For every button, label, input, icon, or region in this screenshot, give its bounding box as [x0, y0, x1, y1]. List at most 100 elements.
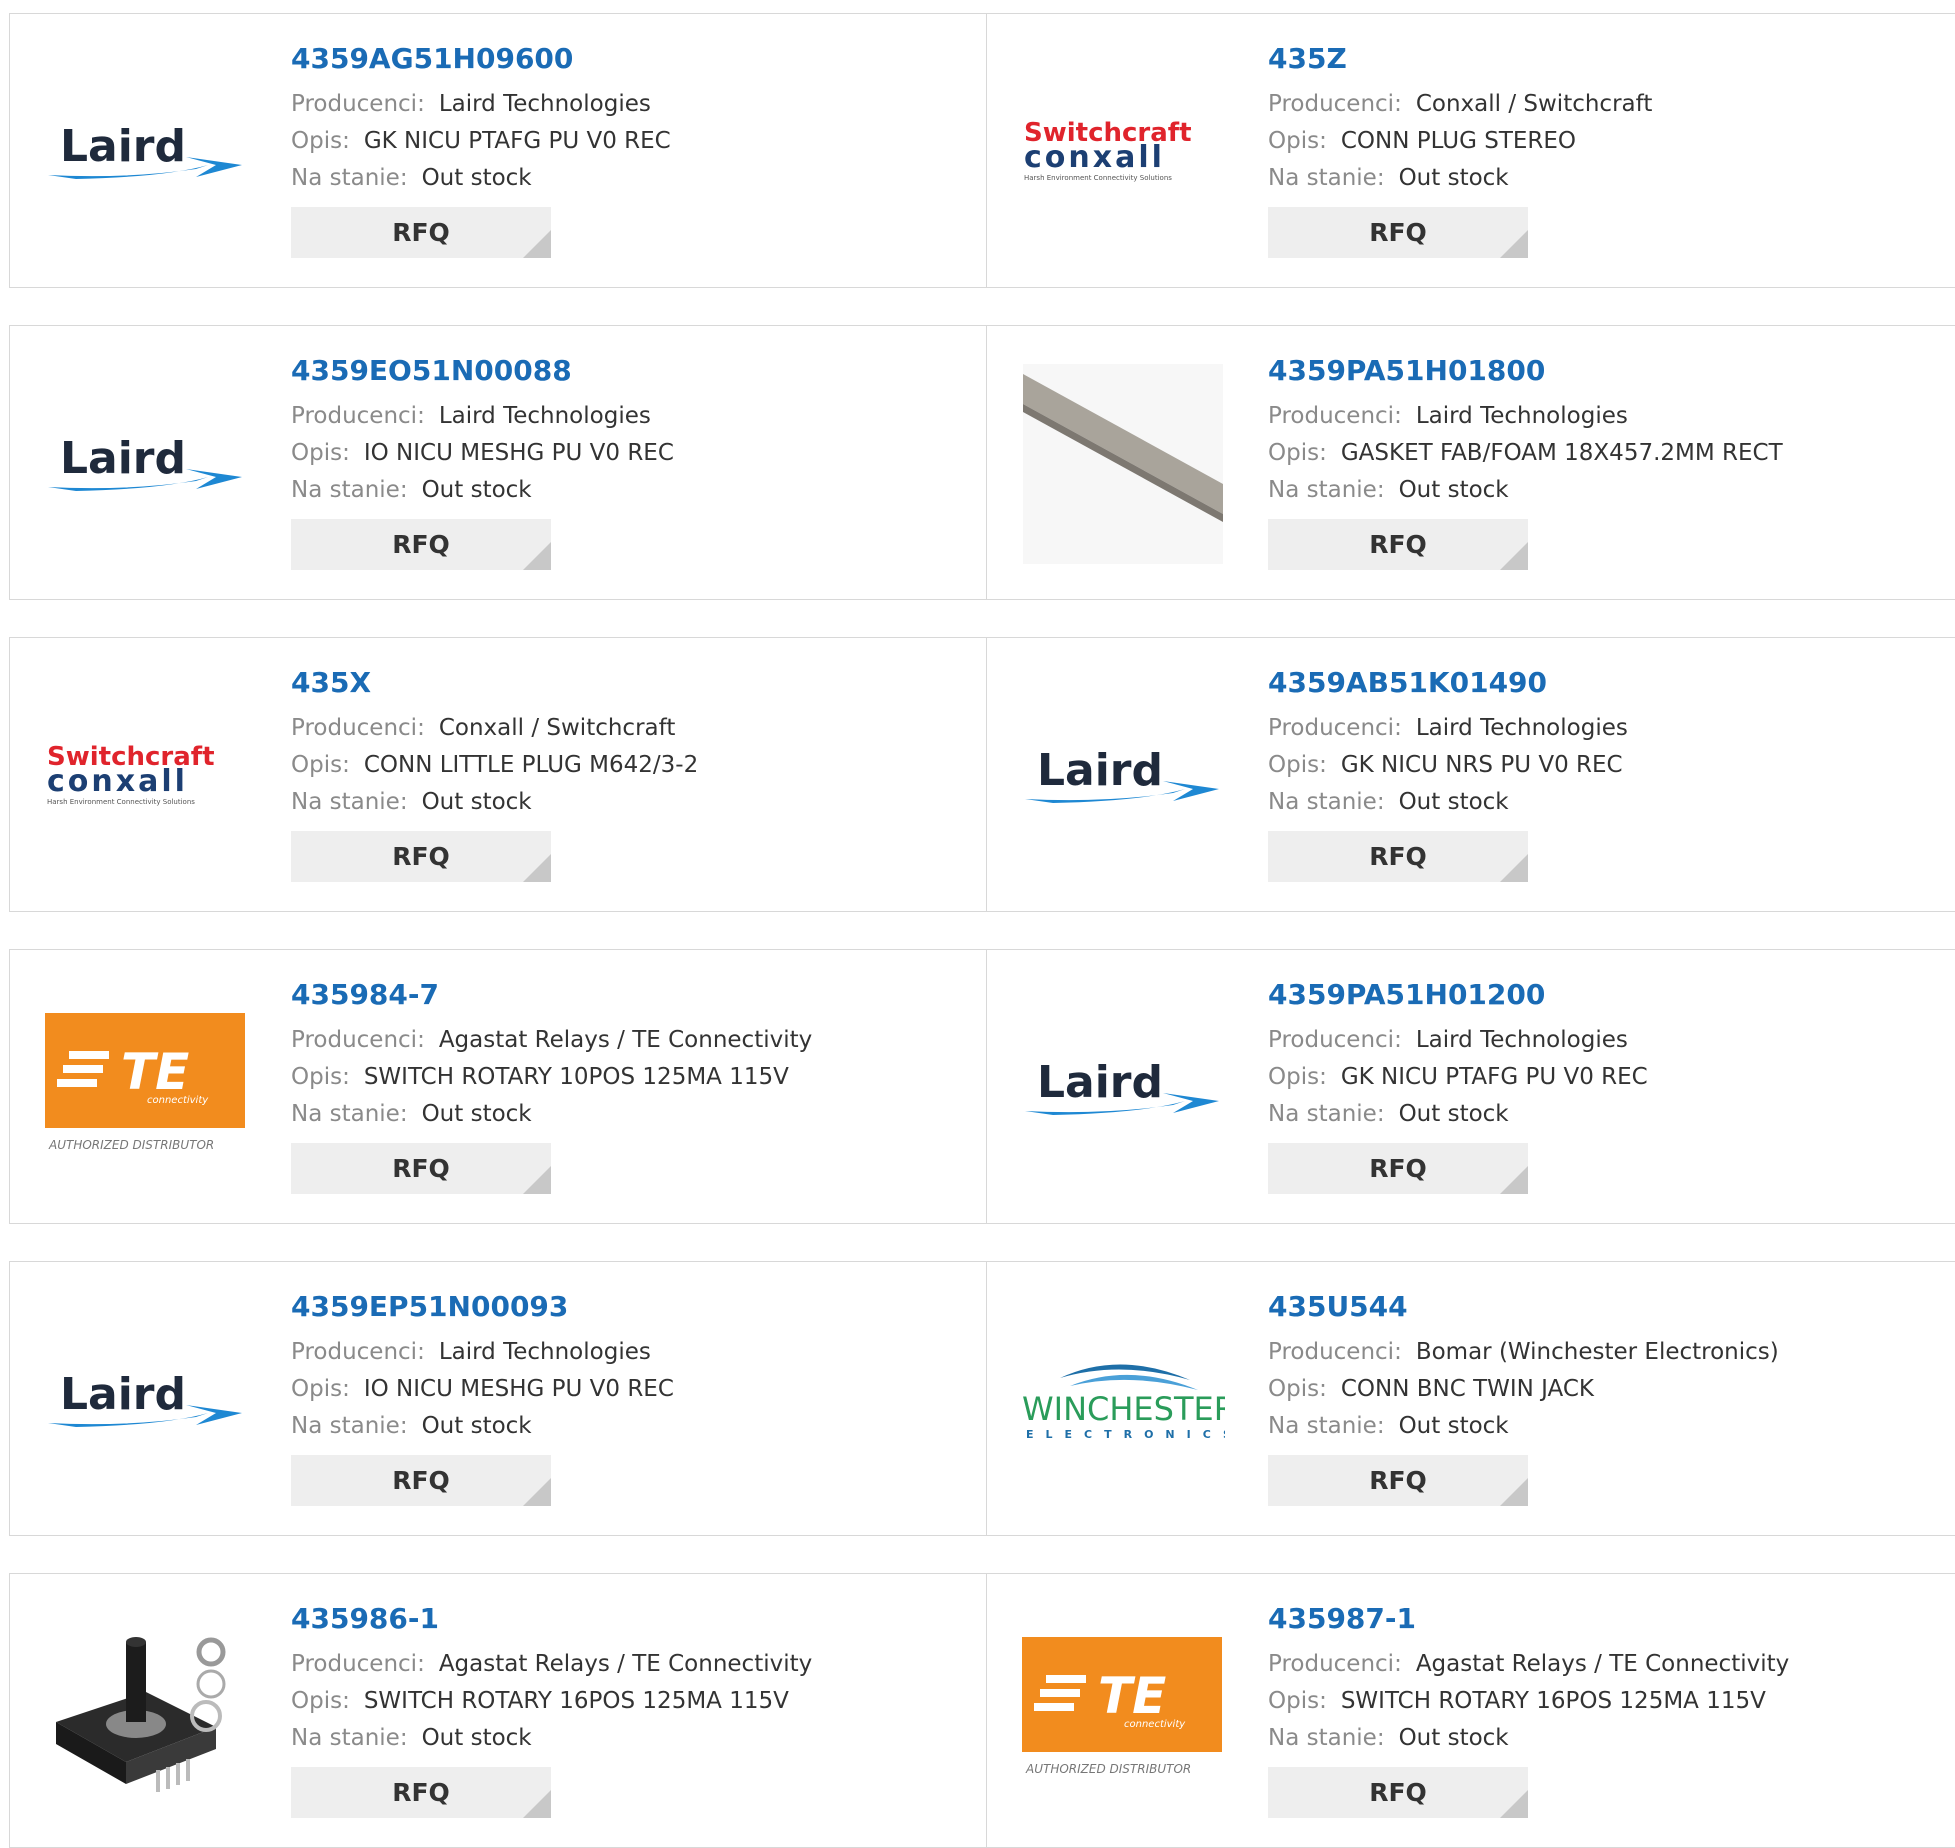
winchester-logo[interactable]: WINCHESTER ELECTRONICS	[1020, 1302, 1225, 1497]
product-grid: Laird 4359AG51H09600 Producenci: Laird Te…	[9, 13, 1955, 1848]
description-value: SWITCH ROTARY 16POS 125MA 115V	[1340, 1688, 1766, 1714]
stock-value: Out stock	[421, 165, 532, 191]
description-label: Opis:	[291, 1688, 350, 1714]
stock-label: Na stanie:	[291, 1413, 408, 1439]
corner-triangle-icon	[1500, 542, 1528, 570]
manufacturer-label: Producenci:	[291, 91, 425, 117]
part-number-link[interactable]: 435U544	[1268, 1290, 1779, 1324]
svg-text:AUTHORIZED DISTRIBUTOR: AUTHORIZED DISTRIBUTOR	[48, 1138, 214, 1152]
description-value: SWITCH ROTARY 16POS 125MA 115V	[363, 1688, 789, 1714]
stock-label: Na stanie:	[1268, 165, 1385, 191]
gasket-strip-photo[interactable]	[1020, 363, 1225, 564]
stock-row: Na stanie: Out stock	[1268, 1096, 1648, 1133]
description-row: Opis: CONN LITTLE PLUG M642/3-2	[291, 747, 698, 784]
manufacturer-label: Producenci:	[1268, 91, 1402, 117]
stock-row: Na stanie: Out stock	[1268, 1408, 1779, 1445]
product-card: WINCHESTER ELECTRONICS 435U544 Producenc…	[987, 1261, 1955, 1536]
manufacturer-row: Producenci: Laird Technologies	[291, 398, 674, 435]
switchcraft-conxall-logo[interactable]: Switchcraft conxall Harsh Environment Co…	[43, 678, 248, 873]
rfq-button[interactable]: RFQ	[1268, 831, 1528, 882]
rfq-button[interactable]: RFQ	[291, 1143, 551, 1194]
manufacturer-label: Producenci:	[1268, 1027, 1402, 1053]
laird-logo[interactable]: Laird	[43, 1302, 248, 1497]
product-info: 4359PA51H01200 Producenci: Laird Technolo…	[1268, 978, 1648, 1194]
rfq-button[interactable]: RFQ	[1268, 1767, 1528, 1818]
stock-value: Out stock	[421, 1413, 532, 1439]
stock-label: Na stanie:	[291, 1725, 408, 1751]
part-number-link[interactable]: 4359PA51H01800	[1268, 354, 1783, 388]
rfq-label: RFQ	[1369, 1154, 1427, 1183]
part-number-link[interactable]: 435984-7	[291, 978, 812, 1012]
svg-text:ELECTRONICS: ELECTRONICS	[1026, 1428, 1225, 1441]
manufacturer-row: Producenci: Laird Technologies	[1268, 710, 1628, 747]
rfq-button[interactable]: RFQ	[1268, 1455, 1528, 1506]
te-logo[interactable]: TE connectivity AUTHORIZED DISTRIBUTOR	[43, 990, 248, 1185]
manufacturer-label: Producenci:	[291, 403, 425, 429]
rfq-label: RFQ	[392, 1154, 450, 1183]
stock-row: Na stanie: Out stock	[291, 1408, 674, 1445]
rfq-button[interactable]: RFQ	[291, 207, 551, 258]
stock-label: Na stanie:	[1268, 1725, 1385, 1751]
stock-label: Na stanie:	[1268, 1413, 1385, 1439]
part-number-link[interactable]: 4359AB51K01490	[1268, 666, 1628, 700]
description-row: Opis: SWITCH ROTARY 16POS 125MA 115V	[291, 1683, 812, 1720]
laird-logo[interactable]: Laird	[1020, 678, 1225, 873]
corner-triangle-icon	[1500, 1478, 1528, 1506]
part-number-link[interactable]: 435987-1	[1268, 1602, 1789, 1636]
te-logo[interactable]: TE connectivity AUTHORIZED DISTRIBUTOR	[1020, 1614, 1225, 1809]
laird-logo[interactable]: Laird	[43, 54, 248, 249]
rfq-button[interactable]: RFQ	[1268, 519, 1528, 570]
part-number-link[interactable]: 435X	[291, 666, 698, 700]
switchcraft-conxall-logo[interactable]: Switchcraft conxall Harsh Environment Co…	[1020, 54, 1225, 249]
description-row: Opis: SWITCH ROTARY 10POS 125MA 115V	[291, 1059, 812, 1096]
product-info: 435U544 Producenci: Bomar (Winchester Ele…	[1268, 1290, 1779, 1506]
svg-text:AUTHORIZED DISTRIBUTOR: AUTHORIZED DISTRIBUTOR	[1025, 1762, 1191, 1776]
manufacturer-value: Agastat Relays / TE Connectivity	[438, 1651, 813, 1677]
rotary-switch-photo[interactable]	[43, 1614, 248, 1809]
product-info: 435X Producenci: Conxall / Switchcraft Op…	[291, 666, 698, 882]
stock-value: Out stock	[1398, 1413, 1509, 1439]
rfq-button[interactable]: RFQ	[1268, 207, 1528, 258]
rfq-button[interactable]: RFQ	[291, 1455, 551, 1506]
stock-row: Na stanie: Out stock	[291, 784, 698, 821]
manufacturer-value: Agastat Relays / TE Connectivity	[1415, 1651, 1790, 1677]
manufacturer-row: Producenci: Agastat Relays / TE Connectiv…	[291, 1022, 812, 1059]
part-number-link[interactable]: 435986-1	[291, 1602, 812, 1636]
description-row: Opis: IO NICU MESHG PU V0 REC	[291, 435, 674, 472]
part-number-link[interactable]: 4359EP51N00093	[291, 1290, 674, 1324]
manufacturer-value: Laird Technologies	[438, 91, 651, 117]
svg-text:conxall: conxall	[47, 764, 188, 799]
manufacturer-row: Producenci: Laird Technologies	[291, 86, 671, 123]
product-info: 4359PA51H01800 Producenci: Laird Technolo…	[1268, 354, 1783, 570]
product-card: TE connectivity AUTHORIZED DISTRIBUTOR 4…	[9, 949, 987, 1224]
part-number-link[interactable]: 435Z	[1268, 42, 1652, 76]
corner-triangle-icon	[523, 230, 551, 258]
manufacturer-value: Conxall / Switchcraft	[1415, 91, 1653, 117]
laird-logo[interactable]: Laird	[1020, 990, 1225, 1185]
part-number-link[interactable]: 4359EO51N00088	[291, 354, 674, 388]
rfq-label: RFQ	[1369, 218, 1427, 247]
rfq-button[interactable]: RFQ	[291, 831, 551, 882]
product-card: Switchcraft conxall Harsh Environment Co…	[987, 13, 1955, 288]
stock-value: Out stock	[1398, 165, 1509, 191]
product-card: 4359PA51H01800 Producenci: Laird Technolo…	[987, 325, 1955, 600]
rfq-label: RFQ	[1369, 530, 1427, 559]
rfq-button[interactable]: RFQ	[291, 519, 551, 570]
svg-text:TE: TE	[121, 1043, 189, 1101]
description-value: GK NICU NRS PU V0 REC	[1340, 752, 1623, 778]
rfq-button[interactable]: RFQ	[291, 1767, 551, 1818]
stock-value: Out stock	[421, 1725, 532, 1751]
description-label: Opis:	[291, 1064, 350, 1090]
svg-text:Laird: Laird	[60, 433, 186, 484]
product-info: 435986-1 Producenci: Agastat Relays / TE …	[291, 1602, 812, 1818]
part-number-link[interactable]: 4359AG51H09600	[291, 42, 671, 76]
part-number-link[interactable]: 4359PA51H01200	[1268, 978, 1648, 1012]
product-card: Laird 4359EO51N00088 Producenci: Laird Te…	[9, 325, 987, 600]
rfq-label: RFQ	[1369, 842, 1427, 871]
rfq-button[interactable]: RFQ	[1268, 1143, 1528, 1194]
manufacturer-value: Bomar (Winchester Electronics)	[1415, 1339, 1779, 1365]
description-row: Opis: SWITCH ROTARY 16POS 125MA 115V	[1268, 1683, 1789, 1720]
manufacturer-value: Agastat Relays / TE Connectivity	[438, 1027, 813, 1053]
laird-logo[interactable]: Laird	[43, 366, 248, 561]
rfq-label: RFQ	[392, 218, 450, 247]
